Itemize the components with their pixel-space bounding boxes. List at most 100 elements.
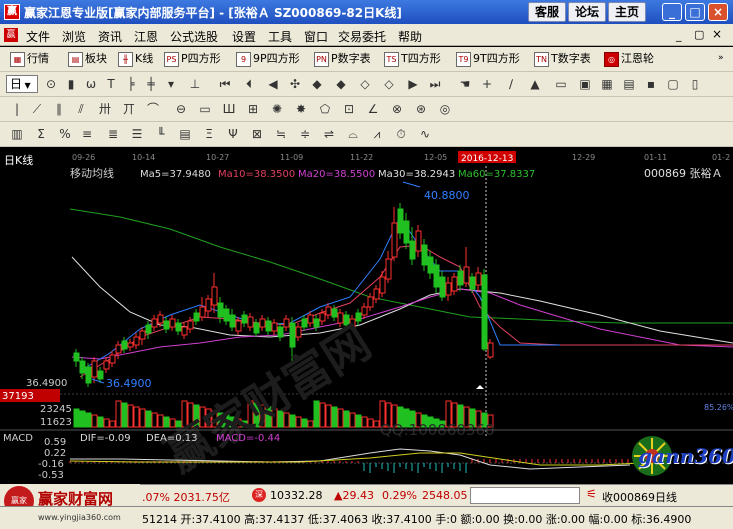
maximize-icon[interactable]: □: [685, 3, 705, 21]
wheel-tool-icon[interactable]: ⊛: [412, 101, 430, 117]
tool-9t-square[interactable]: T9 9T四方形: [456, 50, 520, 68]
spiral-icon[interactable]: ✺: [268, 101, 286, 117]
channel-icon[interactable]: ∥: [50, 101, 68, 117]
tool-t-square[interactable]: TS T四方形: [384, 50, 441, 68]
candle-icon[interactable]: ╪: [142, 76, 160, 92]
menu-browse[interactable]: 浏览: [62, 28, 86, 45]
crosshair-icon[interactable]: +: [478, 76, 496, 92]
text-t-icon[interactable]: T: [102, 76, 120, 92]
mdi-close-icon[interactable]: ×: [712, 27, 722, 41]
clock-icon[interactable]: ⏱: [392, 126, 410, 142]
arc-icon[interactable]: ⌒: [144, 101, 162, 117]
bucket-icon[interactable]: ▲: [526, 76, 544, 92]
menu-tools[interactable]: 工具: [268, 28, 292, 45]
tool-quotes[interactable]: ▦ 行情: [10, 50, 49, 68]
sigma-icon[interactable]: Ξ: [200, 126, 218, 142]
wave-icon[interactable]: ∿: [416, 126, 434, 142]
forum-button[interactable]: 论坛: [568, 2, 606, 22]
tool-p-square[interactable]: PS P四方形: [164, 50, 221, 68]
copy-icon[interactable]: ▯: [686, 76, 704, 92]
menu-window[interactable]: 窗口: [304, 28, 328, 45]
square-icon[interactable]: ⊡: [340, 101, 358, 117]
dash-icon[interactable]: ≑: [296, 126, 314, 142]
pitchfork-icon[interactable]: Ψ: [224, 126, 242, 142]
zigzag-icon[interactable]: ⩘: [368, 126, 386, 142]
menu-help[interactable]: 帮助: [398, 28, 422, 45]
polygon-icon[interactable]: ⬠: [316, 101, 334, 117]
time-icon[interactable]: ⊗: [388, 101, 406, 117]
period-select[interactable]: 日 ▼: [6, 75, 38, 93]
save-icon[interactable]: ▪: [642, 76, 660, 92]
menu-gann[interactable]: 江恩: [134, 28, 158, 45]
tool-p-number[interactable]: PN P数字表: [314, 50, 371, 68]
weight-icon[interactable]: ⊥: [186, 76, 204, 92]
tool-kline[interactable]: ╫ K线: [118, 50, 153, 68]
star-icon[interactable]: ✸: [292, 101, 310, 117]
gann-box-icon[interactable]: ⊠: [248, 126, 266, 142]
screen-icon[interactable]: ▢: [664, 76, 682, 92]
sum-icon[interactable]: Σ: [32, 126, 50, 142]
eraser-icon[interactable]: ▭: [552, 76, 570, 92]
dropdown-icon[interactable]: ▾: [162, 76, 180, 92]
last-icon[interactable]: ⏭: [426, 76, 444, 92]
compass-icon[interactable]: ✣: [286, 76, 304, 92]
menu-news[interactable]: 资讯: [98, 28, 122, 45]
gann-fan-icon[interactable]: 丌: [120, 101, 138, 117]
scope-icon[interactable]: ⊙: [42, 76, 60, 92]
fib-ext-icon[interactable]: ≣: [104, 126, 122, 142]
fibo-icon[interactable]: 卅: [96, 101, 114, 117]
trend-icon[interactable]: ∕: [502, 76, 520, 92]
minimize-icon[interactable]: _: [662, 3, 682, 21]
ray-icon[interactable]: ⟋: [28, 101, 46, 117]
tool-gann-wheel[interactable]: ◎ 江恩轮: [604, 50, 654, 68]
table-icon[interactable]: ▦: [598, 76, 616, 92]
stack-icon[interactable]: ▤: [176, 126, 194, 142]
menu-file[interactable]: 文件: [26, 28, 50, 45]
mdi-minimize-icon[interactable]: _: [676, 29, 682, 42]
kline-chart[interactable]: 日K线 09-26 10-14 10-27 11-09 11-22 12-05 …: [0, 147, 733, 484]
grid-tool-icon[interactable]: ⊞: [244, 101, 262, 117]
calendar-icon[interactable]: ▣: [576, 76, 594, 92]
overflow-icon[interactable]: »: [718, 53, 724, 63]
customer-service-button[interactable]: 客服: [528, 2, 566, 22]
tool-9p-square[interactable]: 9 9P四方形: [236, 50, 300, 68]
arrows-icon[interactable]: ⇌: [320, 126, 338, 142]
zoom-out-icon[interactable]: ◇: [380, 76, 398, 92]
circle-icon[interactable]: ⊖: [172, 101, 190, 117]
fan-icon[interactable]: ⫽: [72, 101, 90, 117]
speed-icon[interactable]: ≒: [272, 126, 290, 142]
chart-icon[interactable]: ▤: [620, 76, 638, 92]
bars-icon[interactable]: ▥: [8, 126, 26, 142]
level-icon[interactable]: ☰: [128, 126, 146, 142]
zoom-in-icon[interactable]: ◇: [356, 76, 374, 92]
menu-trade[interactable]: 交易委托: [338, 28, 386, 45]
home-button[interactable]: 主页: [608, 2, 646, 22]
box-icon[interactable]: ▭: [196, 101, 214, 117]
prev-icon[interactable]: ⏴: [240, 76, 258, 92]
line-tool-icon[interactable]: |: [8, 101, 26, 117]
chart-area[interactable]: 日K线 09-26 10-14 10-27 11-09 11-22 12-05 …: [0, 147, 733, 504]
angle-icon[interactable]: ∠: [364, 101, 382, 117]
tool-sectors[interactable]: ▤ 板块: [68, 50, 107, 68]
close-icon[interactable]: ×: [708, 3, 728, 21]
first-icon[interactable]: ⏮: [216, 76, 234, 92]
cycle-icon[interactable]: Ш: [220, 101, 238, 117]
ohlc-icon[interactable]: ╞: [122, 76, 140, 92]
fib-ret-icon[interactable]: ≡: [78, 126, 96, 142]
percent-icon[interactable]: %: [56, 126, 74, 142]
right-icon[interactable]: ▶: [404, 76, 422, 92]
arc2-icon[interactable]: ⌓: [344, 126, 362, 142]
candle-body: [313, 318, 320, 328]
up-icon[interactable]: ◆: [308, 76, 326, 92]
menu-formula[interactable]: 公式选股: [170, 28, 218, 45]
stair-icon[interactable]: ╙: [152, 126, 170, 142]
mdi-restore-icon[interactable]: ▢: [694, 28, 704, 41]
down-icon[interactable]: ◆: [332, 76, 350, 92]
candle-red-icon[interactable]: ▮: [62, 76, 80, 92]
hand-icon[interactable]: ☚: [456, 76, 474, 92]
menu-settings[interactable]: 设置: [232, 28, 256, 45]
stats-icon[interactable]: ω: [82, 76, 100, 92]
tool-t-number[interactable]: TN T数字表: [534, 50, 591, 68]
target-icon[interactable]: ◎: [436, 101, 454, 117]
left-icon[interactable]: ◀: [264, 76, 282, 92]
